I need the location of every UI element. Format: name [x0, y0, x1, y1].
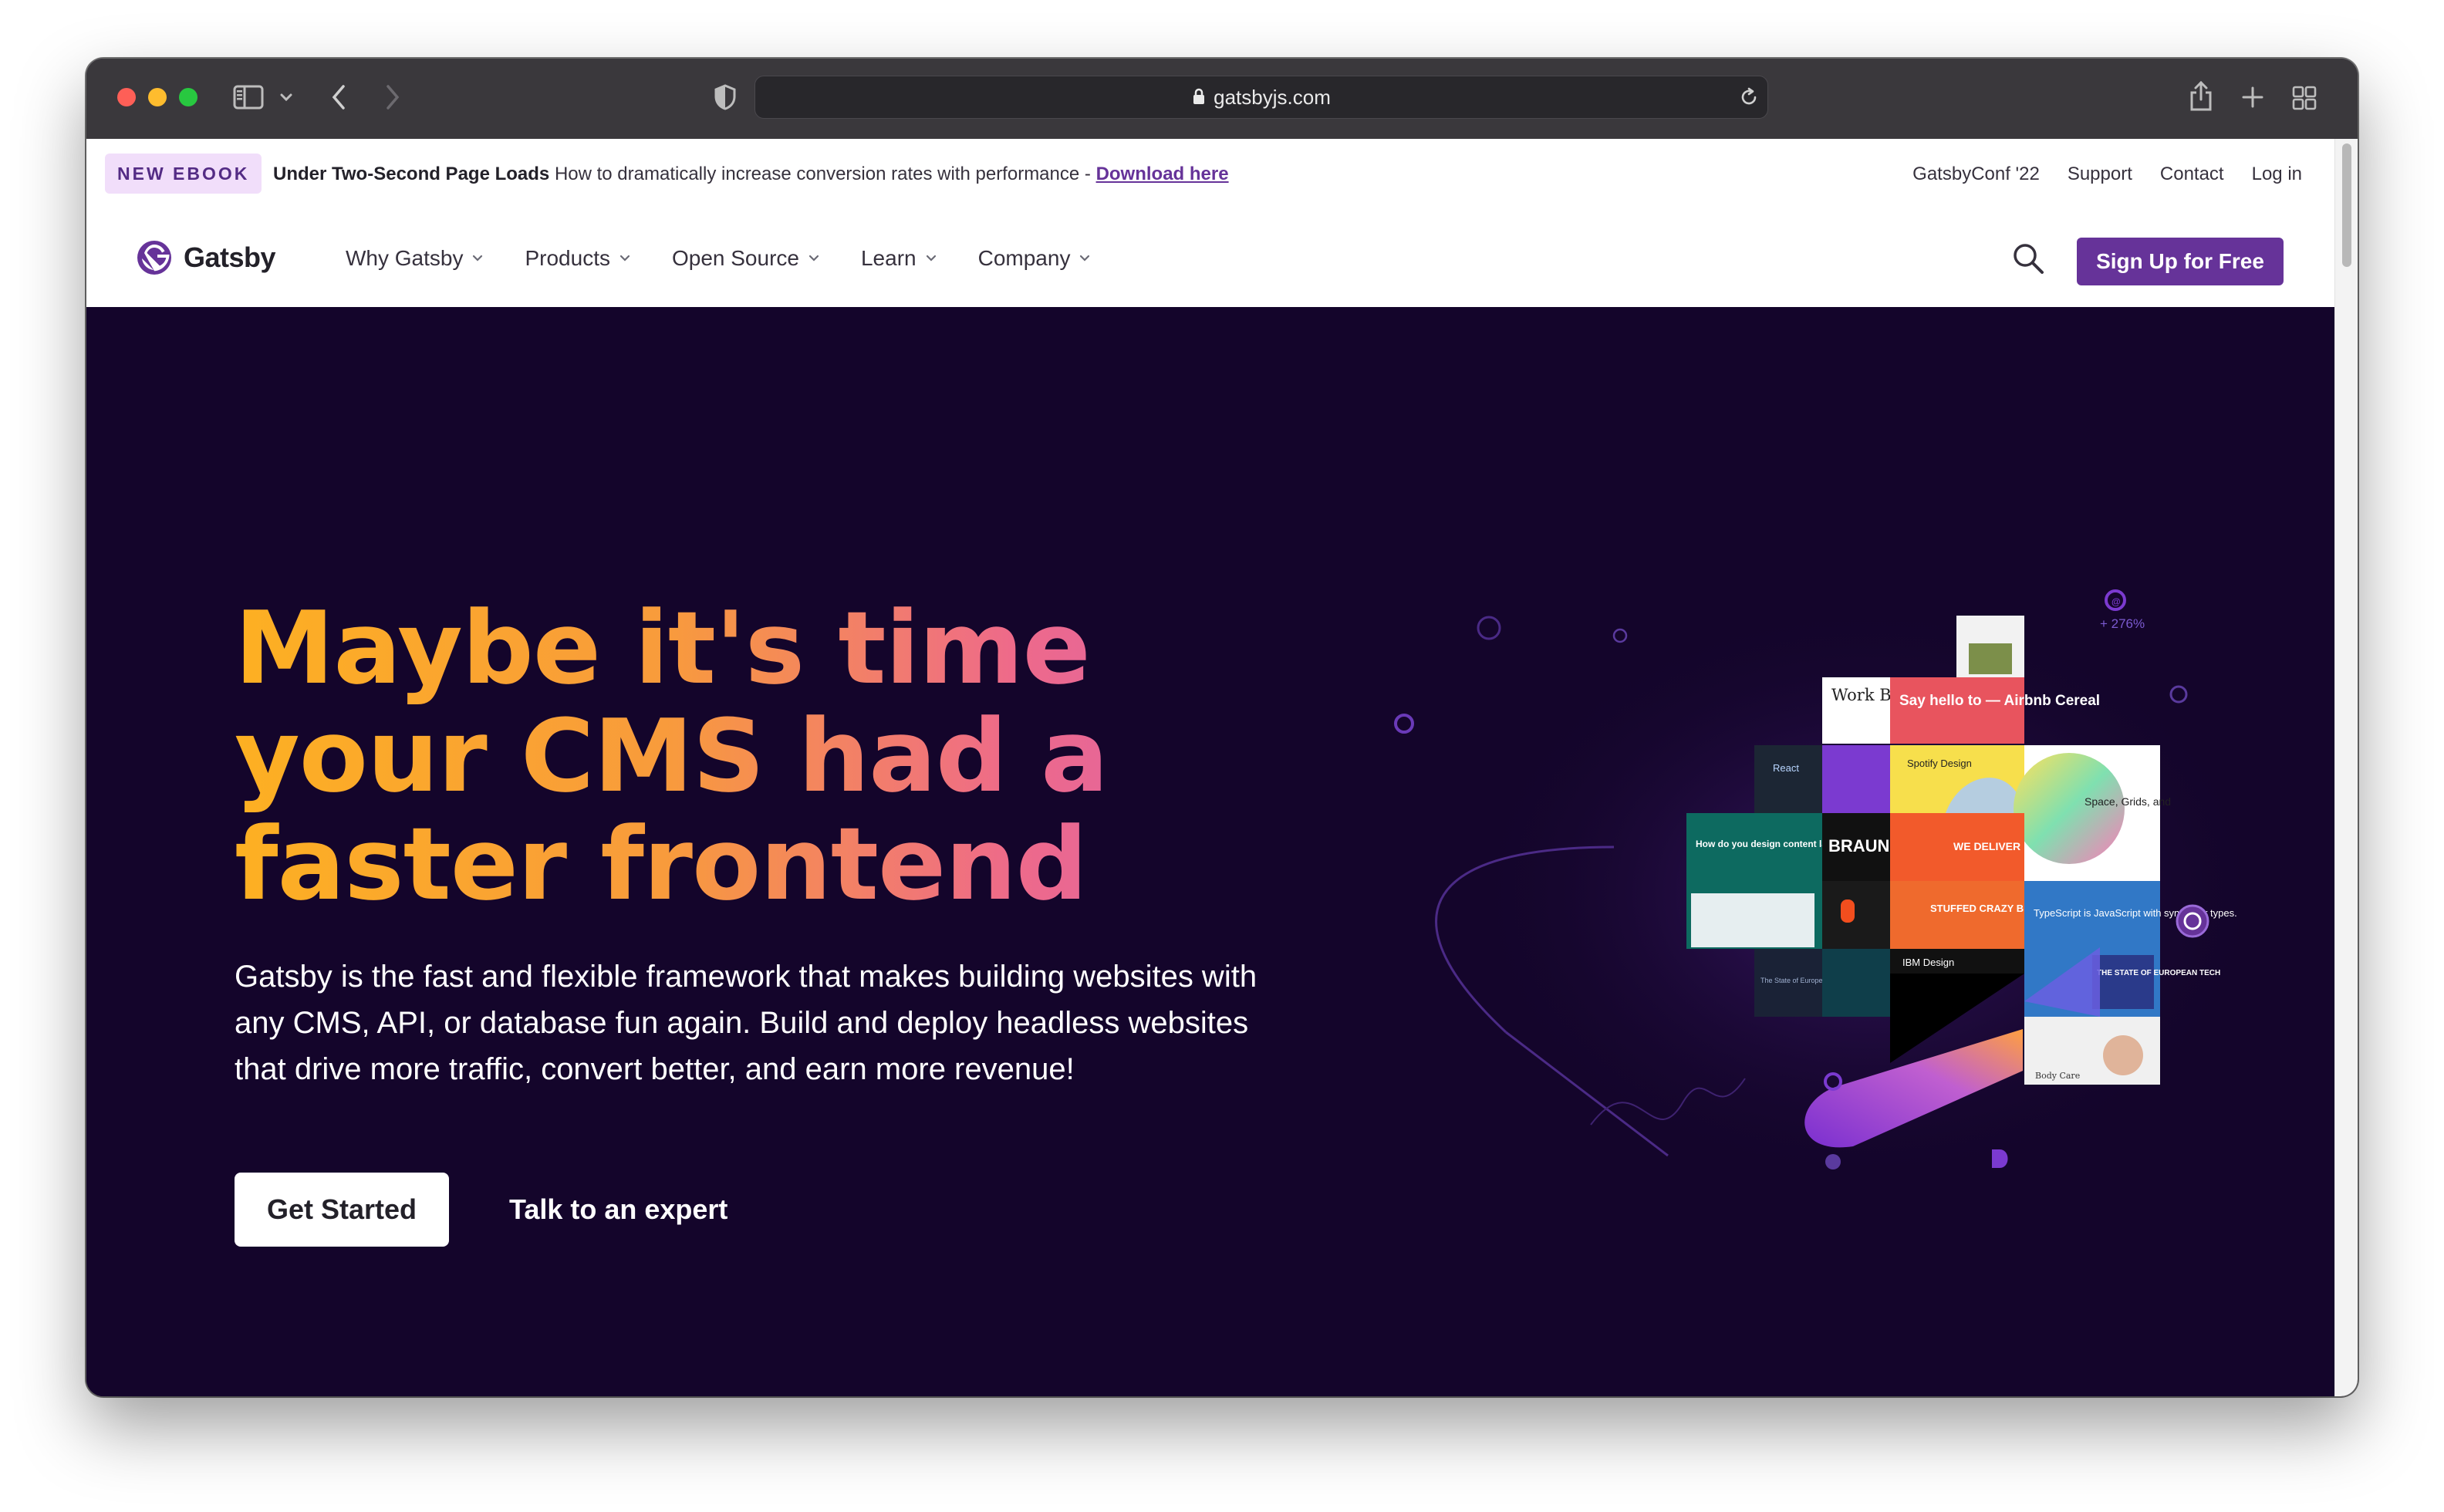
lock-icon	[1192, 78, 1206, 120]
browser-window: gatsbyjs.com NEW EBOOK Under Two-Second …	[86, 59, 2358, 1396]
forward-icon[interactable]	[384, 83, 401, 111]
hero-description: Gatsby is the fast and flexible framewor…	[235, 960, 1257, 1086]
chevron-down-icon	[619, 255, 630, 262]
gatsby-logo[interactable]: Gatsby	[136, 239, 276, 276]
hero-illustration: Work Blog Tools Say hello to — Airbnb Ce…	[1394, 589, 2270, 1186]
search-button[interactable]	[2010, 241, 2046, 280]
back-icon[interactable]	[330, 83, 347, 111]
url-text: gatsbyjs.com	[1214, 86, 1331, 109]
get-started-button[interactable]: Get Started	[235, 1173, 449, 1247]
nav-item-label: Products	[525, 246, 610, 270]
support-link[interactable]: Support	[2068, 139, 2132, 210]
chevron-down-icon	[1080, 255, 1090, 262]
nav-item-why-gatsby[interactable]: Why Gatsby	[346, 246, 483, 271]
contact-link[interactable]: Contact	[2160, 139, 2224, 210]
sign-up-button[interactable]: Sign Up for Free	[2077, 238, 2284, 285]
tile-space-grids: Space, Grids, and	[2084, 795, 2171, 808]
chevron-down-icon	[473, 255, 483, 262]
banner-text: How to dramatically increase conversion …	[554, 164, 1091, 184]
tab-overview-icon[interactable]	[2291, 85, 2317, 111]
gatsby-logo-icon	[137, 241, 171, 275]
svg-text:@: @	[2111, 596, 2121, 607]
nav-item-label: Why Gatsby	[346, 246, 464, 270]
gatsbyconf-link[interactable]: GatsbyConf '22	[1912, 139, 2040, 210]
talk-to-expert-link[interactable]: Talk to an expert	[509, 1173, 727, 1247]
nav-item-products[interactable]: Products	[525, 246, 630, 271]
search-icon	[2014, 244, 2044, 274]
tile-we-deliver: WE DELIVER	[1953, 840, 2020, 852]
nav-item-open-source[interactable]: Open Source	[672, 246, 819, 271]
tile-body-care: Body Care	[2035, 1071, 2080, 1081]
hero-headline: Maybe it's time your CMS had a faster fr…	[235, 594, 1315, 918]
chevron-down-icon	[926, 255, 936, 262]
scrollbar-thumb[interactable]	[2342, 143, 2351, 267]
tile-braun: BRAUN	[1828, 836, 1889, 856]
share-icon[interactable]	[2188, 80, 2214, 113]
tile-airbnb-cereal: Say hello to — Airbnb Cereal	[1899, 693, 2100, 709]
download-link[interactable]: Download here	[1096, 164, 1229, 184]
close-window-button[interactable]	[117, 88, 136, 106]
tile-state-european-tech: THE STATE OF EUROPEAN TECH	[2097, 969, 2220, 977]
page-scrollbar[interactable]	[2334, 139, 2358, 1396]
address-bar[interactable]: gatsbyjs.com	[754, 76, 1768, 119]
web-page: NEW EBOOK Under Two-Second Page Loads Ho…	[86, 139, 2334, 1396]
tile-ibm-design: IBM Design	[1902, 957, 1954, 968]
chevron-down-icon[interactable]	[279, 93, 293, 102]
nav-item-label: Company	[977, 246, 1071, 270]
nav-item-label: Open Source	[671, 246, 799, 270]
new-tab-icon[interactable]	[2240, 85, 2265, 110]
sidebar-toggle-icon[interactable]	[233, 85, 265, 110]
stat-growth: + 276%	[2100, 616, 2145, 631]
login-link[interactable]: Log in	[2252, 139, 2302, 210]
ebook-badge: NEW EBOOK	[105, 154, 262, 194]
nav-item-label: Learn	[860, 246, 917, 270]
nav-menu: Why Gatsby Products Open Source Learn Co…	[346, 210, 1090, 307]
chevron-down-icon	[808, 255, 819, 262]
minimize-window-button[interactable]	[148, 88, 167, 106]
privacy-shield-icon[interactable]	[713, 83, 738, 111]
utility-links: GatsbyConf '22 Support Contact Log in	[1912, 139, 2302, 210]
banner-message: Under Two-Second Page Loads How to drama…	[273, 139, 1229, 210]
hero-section: Maybe it's time your CMS had a faster fr…	[86, 307, 2334, 1396]
promo-banner: NEW EBOOK Under Two-Second Page Loads Ho…	[86, 139, 2334, 211]
reload-icon[interactable]	[1738, 86, 1760, 108]
banner-headline: Under Two-Second Page Loads	[273, 164, 550, 184]
main-nav: Gatsby Why Gatsby Products Open Source L…	[86, 210, 2334, 307]
logo-text: Gatsby	[184, 241, 276, 273]
browser-toolbar: gatsbyjs.com	[86, 59, 2358, 140]
nav-item-learn[interactable]: Learn	[861, 246, 937, 271]
tile-react: React	[1773, 762, 1799, 774]
tile-spotify-design: Spotify Design	[1907, 758, 1972, 769]
zoom-window-button[interactable]	[179, 88, 197, 106]
nav-item-company[interactable]: Company	[978, 246, 1091, 271]
